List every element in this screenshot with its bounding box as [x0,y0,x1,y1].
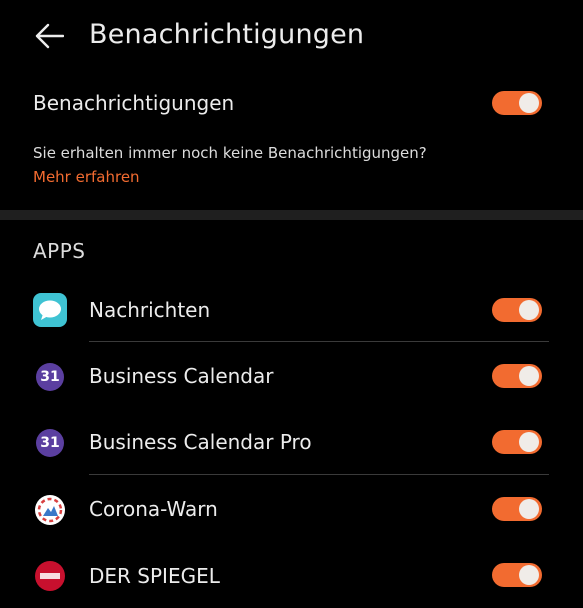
toggle-knob [519,499,539,519]
app-toggle-nachrichten[interactable] [492,298,542,322]
app-toggle-business-calendar[interactable] [492,364,542,388]
app-toggle-der-spiegel[interactable] [492,563,542,587]
app-toggle-business-calendar-pro[interactable] [492,430,542,454]
app-row-business-calendar-pro[interactable]: 31 Business Calendar Pro [0,409,583,475]
spiegel-icon [33,559,67,593]
row-separator [89,341,549,342]
app-name: Corona-Warn [89,497,218,521]
hint-text: Sie erhalten immer noch keine Benachrich… [33,144,427,162]
app-row-der-spiegel[interactable]: DER SPIEGEL [0,542,583,608]
arrow-left-icon [35,23,64,49]
notifications-master-row[interactable]: Benachrichtigungen [0,78,583,128]
toggle-knob [519,366,539,386]
app-row-business-calendar[interactable]: 31 Business Calendar [0,343,583,409]
section-divider [0,210,583,220]
back-button[interactable] [30,17,68,55]
toggle-knob [519,93,539,113]
row-separator [89,474,549,475]
app-row-corona-warn[interactable]: Corona-Warn [0,476,583,542]
notifications-master-toggle[interactable] [492,91,542,115]
more-info-link[interactable]: Mehr erfahren [33,167,140,187]
calendar-icon: 31 [33,428,67,458]
app-name: Business Calendar [89,364,274,388]
toggle-knob [519,565,539,585]
calendar-icon-label: 31 [36,429,64,457]
app-name: Business Calendar Pro [89,430,312,454]
app-bar: Benachrichtigungen [0,0,583,72]
app-name: DER SPIEGEL [89,564,220,588]
page-title: Benachrichtigungen [89,19,365,50]
toggle-knob [519,300,539,320]
calendar-icon-label: 31 [36,363,64,391]
toggle-knob [519,432,539,452]
app-name: Nachrichten [89,298,211,322]
notifications-master-label: Benachrichtigungen [33,91,235,115]
app-row-nachrichten[interactable]: Nachrichten [0,277,583,343]
app-toggle-corona-warn[interactable] [492,497,542,521]
apps-section-title: APPS [33,239,86,263]
corona-warn-icon [33,493,67,527]
calendar-icon: 31 [33,362,67,392]
messages-icon [33,293,67,327]
